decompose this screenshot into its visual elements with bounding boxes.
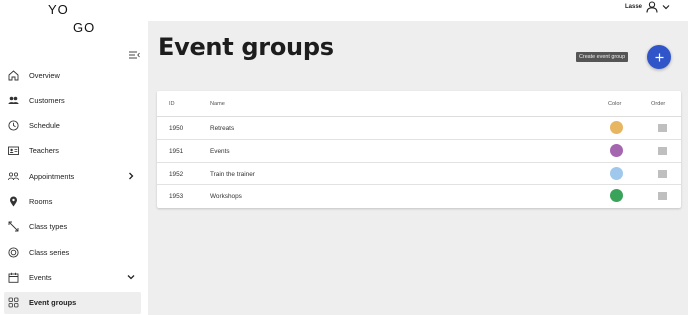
column-header-id[interactable]: ID — [169, 101, 175, 107]
sidebar-item-class-series[interactable]: Class series — [4, 241, 141, 263]
sidebar-item-appointments[interactable]: Appointments — [4, 165, 141, 187]
sidebar-item-schedule[interactable]: Schedule — [4, 115, 141, 137]
page-title: Event groups — [158, 33, 334, 61]
chevron-right-icon — [129, 172, 134, 180]
logo-line-2: GO — [73, 20, 96, 35]
color-swatch — [610, 121, 623, 134]
user-menu[interactable]: Lasse — [625, 0, 670, 14]
sidebar: YO GO Overview Customers Schedule Teache… — [0, 0, 148, 315]
location-pin-icon — [8, 196, 19, 207]
row-id: 1952 — [169, 170, 184, 178]
drag-handle-icon[interactable] — [658, 124, 667, 132]
grid-icon — [8, 297, 19, 308]
sidebar-item-label: Events — [29, 272, 52, 282]
chevron-down-icon[interactable] — [662, 3, 670, 11]
sidebar-item-customers[interactable]: Customers — [4, 89, 141, 111]
color-swatch — [610, 189, 623, 203]
event-groups-table: ID Name Color Order 1950 Retreats 1951 E… — [157, 91, 681, 208]
calendar-icon — [8, 272, 19, 283]
sidebar-item-teachers[interactable]: Teachers — [4, 140, 141, 162]
row-name: Workshops — [210, 193, 242, 201]
home-icon — [8, 69, 19, 81]
drag-handle-icon[interactable] — [658, 192, 667, 200]
row-id: 1953 — [169, 193, 184, 201]
clock-icon — [8, 120, 19, 131]
sidebar-item-label: Schedule — [29, 121, 60, 131]
people-icon — [8, 171, 19, 182]
chevron-down-icon — [127, 275, 135, 280]
row-name: Events — [210, 147, 230, 155]
rings-icon — [8, 247, 19, 258]
user-icon — [646, 1, 658, 13]
sidebar-item-overview[interactable]: Overview — [4, 64, 141, 86]
row-id: 1950 — [169, 125, 184, 132]
create-event-group-button[interactable] — [647, 45, 671, 69]
sidebar-nav: Overview Customers Schedule Teachers App… — [4, 64, 141, 315]
user-name: Lasse — [624, 4, 642, 10]
id-card-icon — [8, 145, 19, 156]
table-row[interactable]: 1953 Workshops — [157, 185, 681, 208]
sidebar-item-label: Overview — [29, 70, 60, 80]
table-row[interactable]: 1951 Events — [157, 140, 681, 163]
column-header-color: Color — [608, 101, 622, 107]
sidebar-item-label: Class series — [29, 247, 70, 257]
sidebar-item-class-types[interactable]: Class types — [4, 216, 141, 238]
table-row[interactable]: 1950 Retreats — [157, 117, 681, 140]
sidebar-item-events[interactable]: Events — [4, 266, 141, 288]
expand-arrows-icon — [8, 221, 19, 232]
color-swatch — [610, 166, 623, 180]
drag-handle-icon[interactable] — [658, 147, 667, 155]
row-name: Train the trainer — [210, 170, 255, 178]
main-content: Event groups Create event group ID Name … — [148, 21, 688, 315]
column-header-name[interactable]: Name — [210, 101, 225, 107]
users-icon — [8, 95, 19, 106]
color-swatch — [610, 143, 623, 157]
sidebar-item-rooms[interactable]: Rooms — [4, 190, 141, 212]
sidebar-item-label: Teachers — [29, 146, 59, 156]
sidebar-item-label: Class types — [29, 222, 68, 232]
logo-line-1: YO — [48, 2, 69, 17]
plus-icon — [655, 53, 663, 61]
create-event-group-tooltip: Create event group — [576, 52, 629, 62]
table-header: ID Name Color Order — [157, 91, 681, 117]
sidebar-item-label: Rooms — [29, 196, 53, 206]
sidebar-item-event-groups[interactable]: Event groups — [4, 291, 141, 314]
row-id: 1951 — [169, 147, 184, 155]
column-header-order: Order — [651, 101, 666, 107]
logo: YO GO — [48, 2, 103, 36]
sidebar-item-label: Appointments — [29, 171, 75, 181]
sidebar-item-label: Customers — [29, 95, 65, 105]
drag-handle-icon[interactable] — [658, 170, 667, 178]
row-name: Retreats — [210, 125, 235, 132]
table-row[interactable]: 1952 Train the trainer — [157, 163, 681, 186]
collapse-menu-icon[interactable] — [129, 50, 140, 60]
sidebar-item-label: Event groups — [29, 298, 77, 308]
